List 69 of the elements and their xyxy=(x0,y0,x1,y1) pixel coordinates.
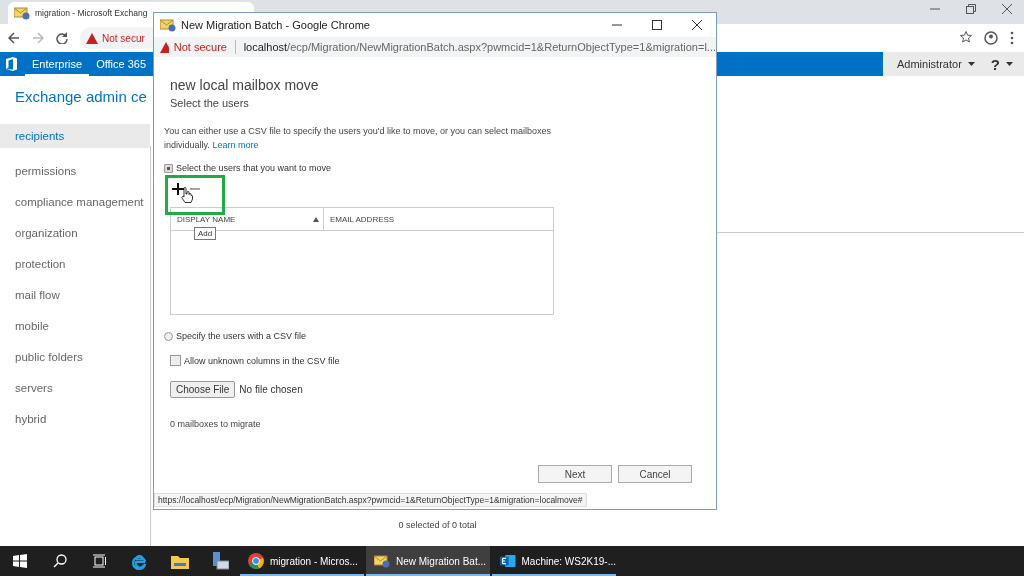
sidebar-item[interactable]: public folders xyxy=(0,341,150,372)
sidebar-item[interactable]: compliance management xyxy=(0,186,150,217)
sidebar-item[interactable]: hybrid xyxy=(0,403,150,434)
reload-icon[interactable] xyxy=(56,32,68,44)
nav-tab[interactable]: Office 365 xyxy=(89,52,154,76)
chrome-icon xyxy=(248,553,264,569)
choose-file-button[interactable]: Choose File xyxy=(170,381,236,398)
security-warning: Not secure xyxy=(173,41,227,53)
sidebar-item[interactable]: servers xyxy=(0,372,150,403)
taskbar-app[interactable]: migration - Micros... xyxy=(240,546,364,576)
folder-icon[interactable] xyxy=(171,553,189,569)
address-url[interactable]: localhost/ecp/Migration/NewMigrationBatch.aspx?pwmcid=1&ReturnObjectType=1&migration=l... xyxy=(243,41,716,53)
star-icon[interactable] xyxy=(960,31,972,43)
sidebar-item[interactable]: mobile xyxy=(0,310,150,341)
back-icon[interactable] xyxy=(8,32,20,44)
sidebar-item[interactable]: permissions xyxy=(0,155,150,186)
menu-icon[interactable] xyxy=(1010,31,1014,45)
dialog-heading: new local mailbox move xyxy=(170,77,320,93)
radio-button[interactable] xyxy=(164,163,173,173)
radio-label[interactable]: Specify the users with a CSV file xyxy=(176,331,307,341)
restore-icon[interactable] xyxy=(966,4,976,14)
caret-icon[interactable] xyxy=(1005,62,1013,66)
sort-up-icon[interactable] xyxy=(313,216,319,222)
sidebar-item[interactable]: organization xyxy=(0,217,150,248)
page-title: Exchange admin ce xyxy=(14,87,148,107)
browser-e-icon[interactable] xyxy=(131,552,149,570)
mailbox-count: 0 mailboxes to migrate xyxy=(170,419,262,429)
radio-label[interactable]: Select the users that you want to move xyxy=(176,163,332,173)
intro-text: You can either use a CSV file to specify the users you'd like to move, or you can select mailboxes individually. Learn more xyxy=(164,125,553,152)
sidebar-item[interactable]: recipients xyxy=(0,124,150,148)
sidebar-item[interactable]: mail flow xyxy=(0,279,150,310)
help-menu[interactable]: ? xyxy=(990,55,1000,73)
hand-cursor-icon xyxy=(181,187,193,203)
windows-icon[interactable] xyxy=(13,554,27,568)
caret-icon[interactable] xyxy=(967,62,975,66)
dialog-button[interactable]: Cancel xyxy=(618,465,692,483)
selection-count: 0 selected of 0 total xyxy=(397,520,478,530)
mail-icon xyxy=(160,18,176,32)
warning-icon xyxy=(86,32,98,44)
mail-icon xyxy=(374,554,390,568)
search-icon[interactable] xyxy=(53,554,67,568)
exchange-icon xyxy=(500,553,516,569)
task-view-icon[interactable] xyxy=(93,554,107,568)
add-icon[interactable] xyxy=(172,183,184,195)
radio-button[interactable] xyxy=(164,331,173,341)
column-header[interactable]: EMAIL ADDRESS xyxy=(330,214,395,224)
column-header[interactable]: DISPLAY NAME xyxy=(177,214,236,224)
warning-icon xyxy=(160,41,169,53)
tooltip: Add xyxy=(194,227,217,240)
learn-more-link[interactable]: Learn more xyxy=(212,140,259,150)
user-menu[interactable]: Administrator xyxy=(897,58,962,70)
nav-tab[interactable]: Enterprise xyxy=(25,52,90,76)
maximize-icon[interactable] xyxy=(652,20,662,30)
close-icon[interactable] xyxy=(1002,4,1012,14)
taskbar-app[interactable]: Machine: WS2K19-... xyxy=(492,546,616,576)
office-logo-icon xyxy=(6,57,17,71)
sidebar-item[interactable]: protection xyxy=(0,248,150,279)
dialog-subheading: Select the users xyxy=(170,97,250,109)
highlight-frame xyxy=(165,175,225,215)
status-url: https://localhost/ecp/Migration/NewMigrationBatch.aspx?pwmcid=1&ReturnObjectType=1&migration=localmove# xyxy=(154,493,587,507)
server-icon[interactable] xyxy=(211,552,229,570)
taskbar-app[interactable]: New Migration Bat... xyxy=(366,546,490,576)
profile-icon[interactable] xyxy=(984,31,998,45)
close-icon[interactable] xyxy=(692,20,702,30)
checkbox-label[interactable]: Allow unknown columns in the CSV file xyxy=(184,355,340,366)
mail-icon xyxy=(14,6,30,20)
file-status: No file chosen xyxy=(239,384,303,395)
dialog-button[interactable]: Next xyxy=(538,465,612,483)
checkbox[interactable] xyxy=(170,355,181,366)
